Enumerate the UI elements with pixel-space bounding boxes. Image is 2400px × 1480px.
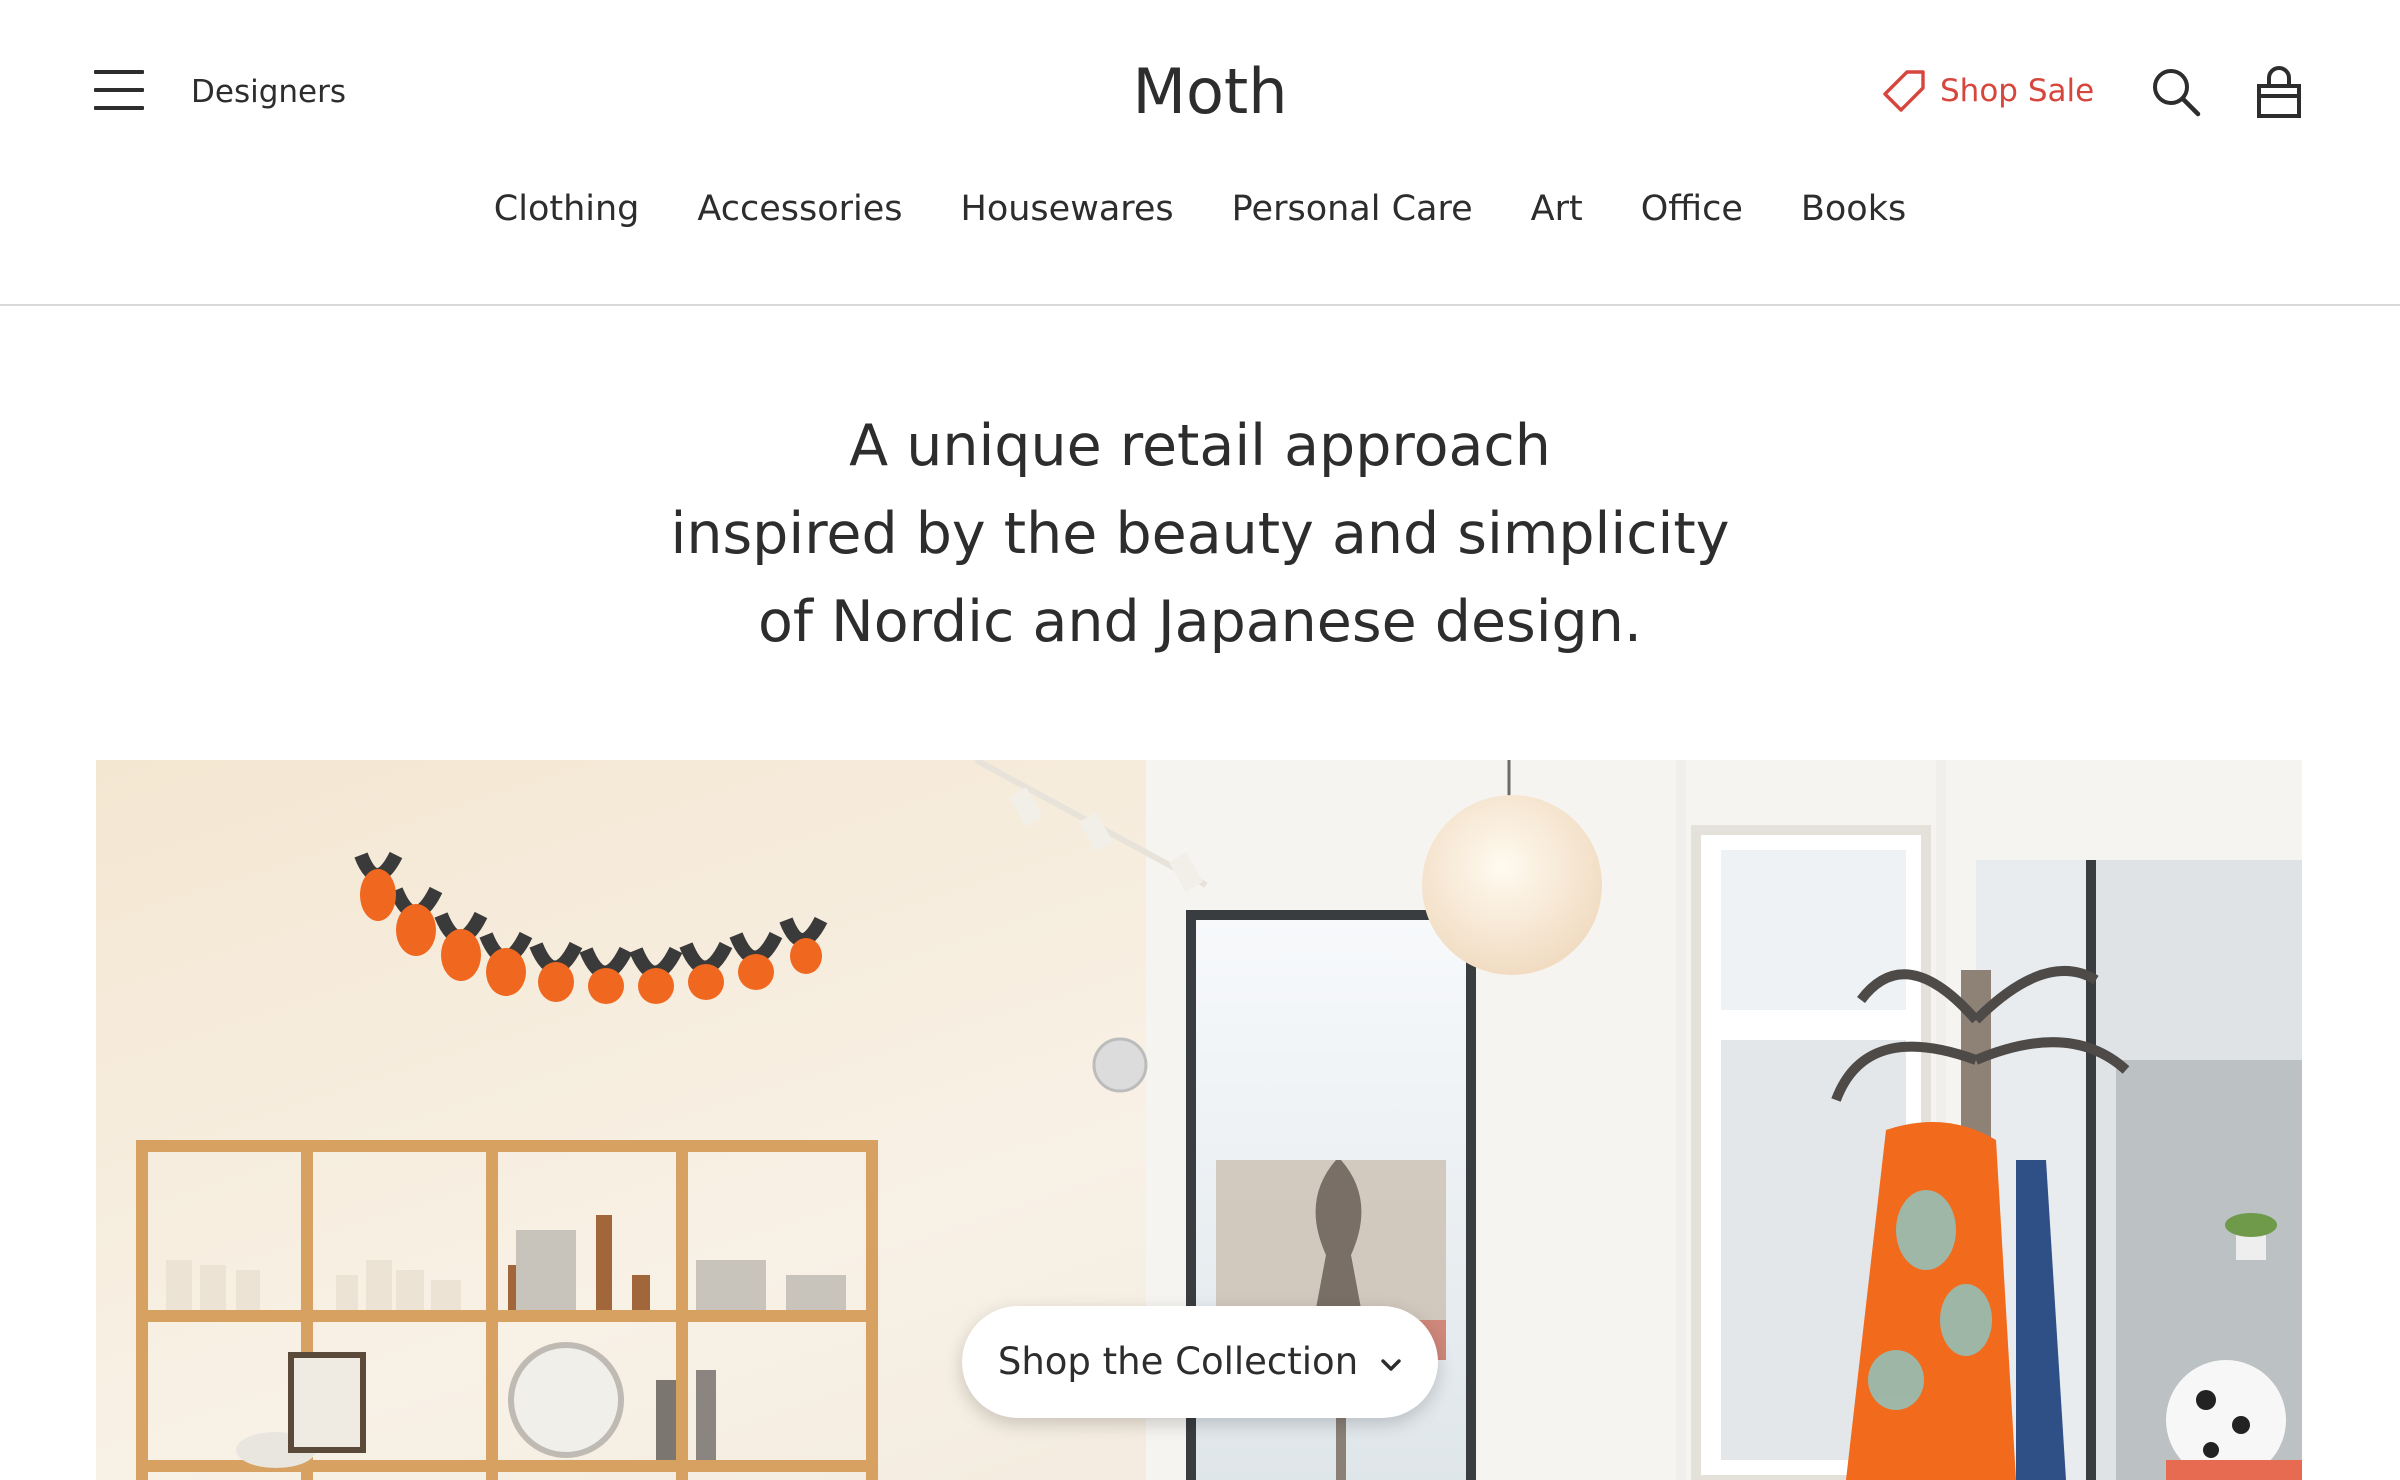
brand-tagline: A unique retail approach inspired by the… <box>400 402 2000 666</box>
search-icon[interactable] <box>2150 66 2202 118</box>
tagline-line-1: A unique retail approach <box>849 413 1551 479</box>
shopping-bag-icon[interactable] <box>2255 64 2303 120</box>
nav-item-accessories[interactable]: Accessories <box>697 186 902 232</box>
category-nav: Clothing Accessories Housewares Personal… <box>0 186 2400 232</box>
chevron-down-icon <box>1381 1359 1401 1371</box>
nav-item-office[interactable]: Office <box>1641 186 1743 232</box>
hamburger-menu-icon[interactable] <box>94 68 144 112</box>
hero-banner: Shop the Collection <box>96 760 2302 1480</box>
site-header: Designers Moth Shop Sale Clothing Access… <box>0 0 2400 306</box>
nav-item-art[interactable]: Art <box>1531 186 1583 232</box>
site-logo[interactable]: Moth <box>1000 52 1420 132</box>
designers-link[interactable]: Designers <box>191 72 346 112</box>
tagline-line-3: of Nordic and Japanese design. <box>758 589 1642 655</box>
shop-sale-label: Shop Sale <box>1940 73 2095 109</box>
price-tag-icon <box>1883 70 1925 112</box>
shop-collection-button[interactable]: Shop the Collection <box>962 1306 1438 1418</box>
nav-item-personal-care[interactable]: Personal Care <box>1232 186 1473 232</box>
nav-item-housewares[interactable]: Housewares <box>961 186 1174 232</box>
tagline-line-2: inspired by the beauty and simplicity <box>670 501 1730 567</box>
nav-item-books[interactable]: Books <box>1801 186 1906 232</box>
shop-sale-link[interactable]: Shop Sale <box>1880 66 2094 116</box>
shop-collection-label: Shop the Collection <box>997 1340 1359 1383</box>
nav-item-clothing[interactable]: Clothing <box>494 186 640 232</box>
